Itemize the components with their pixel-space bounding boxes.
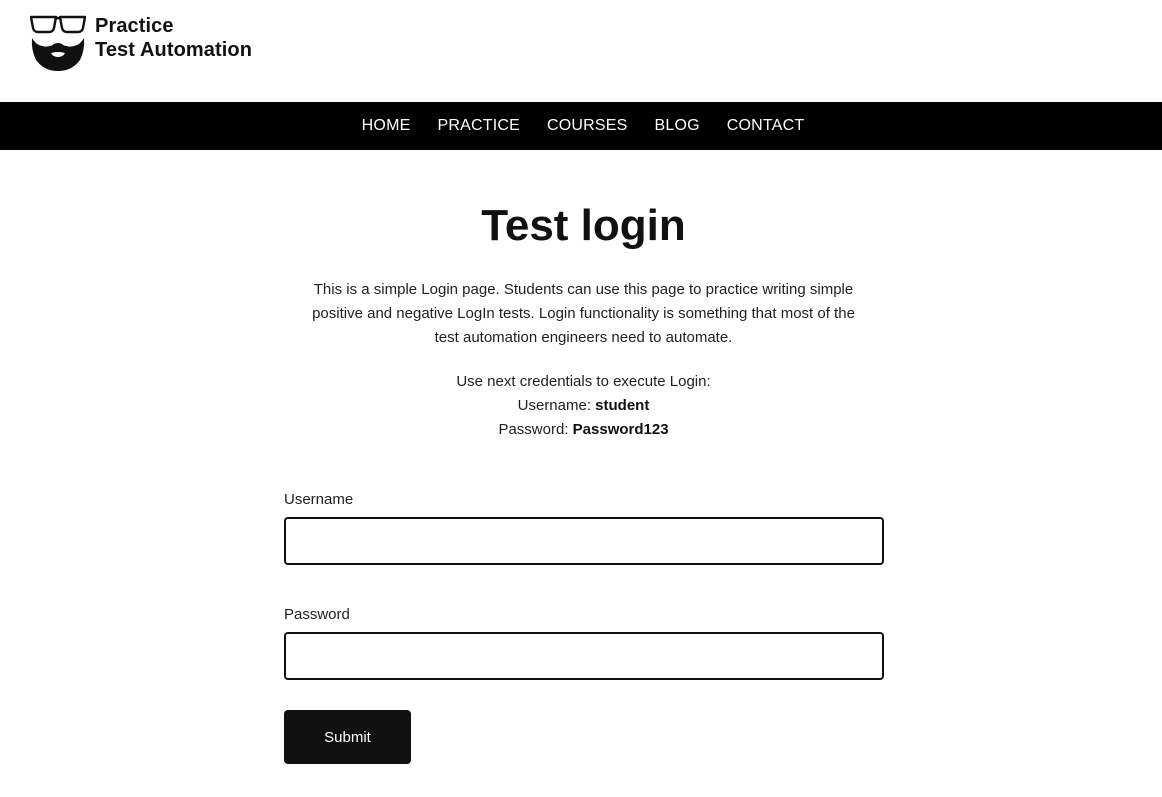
credentials-block: Use next credentials to execute Login: U…: [300, 370, 867, 442]
password-field-group: Password: [284, 605, 884, 680]
login-form: Username Password Submit: [284, 490, 884, 764]
password-label: Password: [284, 606, 350, 623]
site-header: Practice Test Automation: [0, 0, 1162, 102]
password-credential-value: Password123: [572, 421, 669, 438]
nav-contact-link[interactable]: CONTACT: [713, 102, 818, 150]
site-logo-link[interactable]: Practice Test Automation: [30, 14, 252, 72]
credentials-heading: Use next credentials to execute Login:: [456, 373, 711, 390]
nav-blog-link[interactable]: BLOG: [641, 102, 713, 150]
password-input[interactable]: [284, 632, 884, 680]
main-navbar: HOME PRACTICE COURSES BLOG CONTACT: [0, 102, 1162, 150]
intro-text: This is a simple Login page. Students ca…: [312, 281, 855, 346]
brand-line-2: Test Automation: [95, 39, 253, 61]
username-label: Username: [284, 491, 354, 508]
username-credential-value: student: [595, 397, 650, 414]
brand-name: Practice Test Automation: [95, 14, 252, 62]
nav-practice-link[interactable]: PRACTICE: [424, 102, 534, 150]
username-field-group: Username: [284, 490, 884, 565]
password-credential-label: Password:: [498, 421, 573, 438]
nav-courses-link[interactable]: COURSES: [533, 102, 641, 150]
nav-menu: HOME PRACTICE COURSES BLOG CONTACT: [348, 102, 818, 150]
brand-line-1: Practice: [95, 15, 174, 37]
nav-home-link[interactable]: HOME: [348, 102, 424, 150]
username-input[interactable]: [284, 517, 884, 565]
submit-button[interactable]: Submit: [284, 710, 411, 764]
page-title: Test login: [481, 201, 686, 250]
bearded-face-glasses-icon: [30, 15, 86, 71]
username-credential-label: Username:: [517, 397, 596, 414]
